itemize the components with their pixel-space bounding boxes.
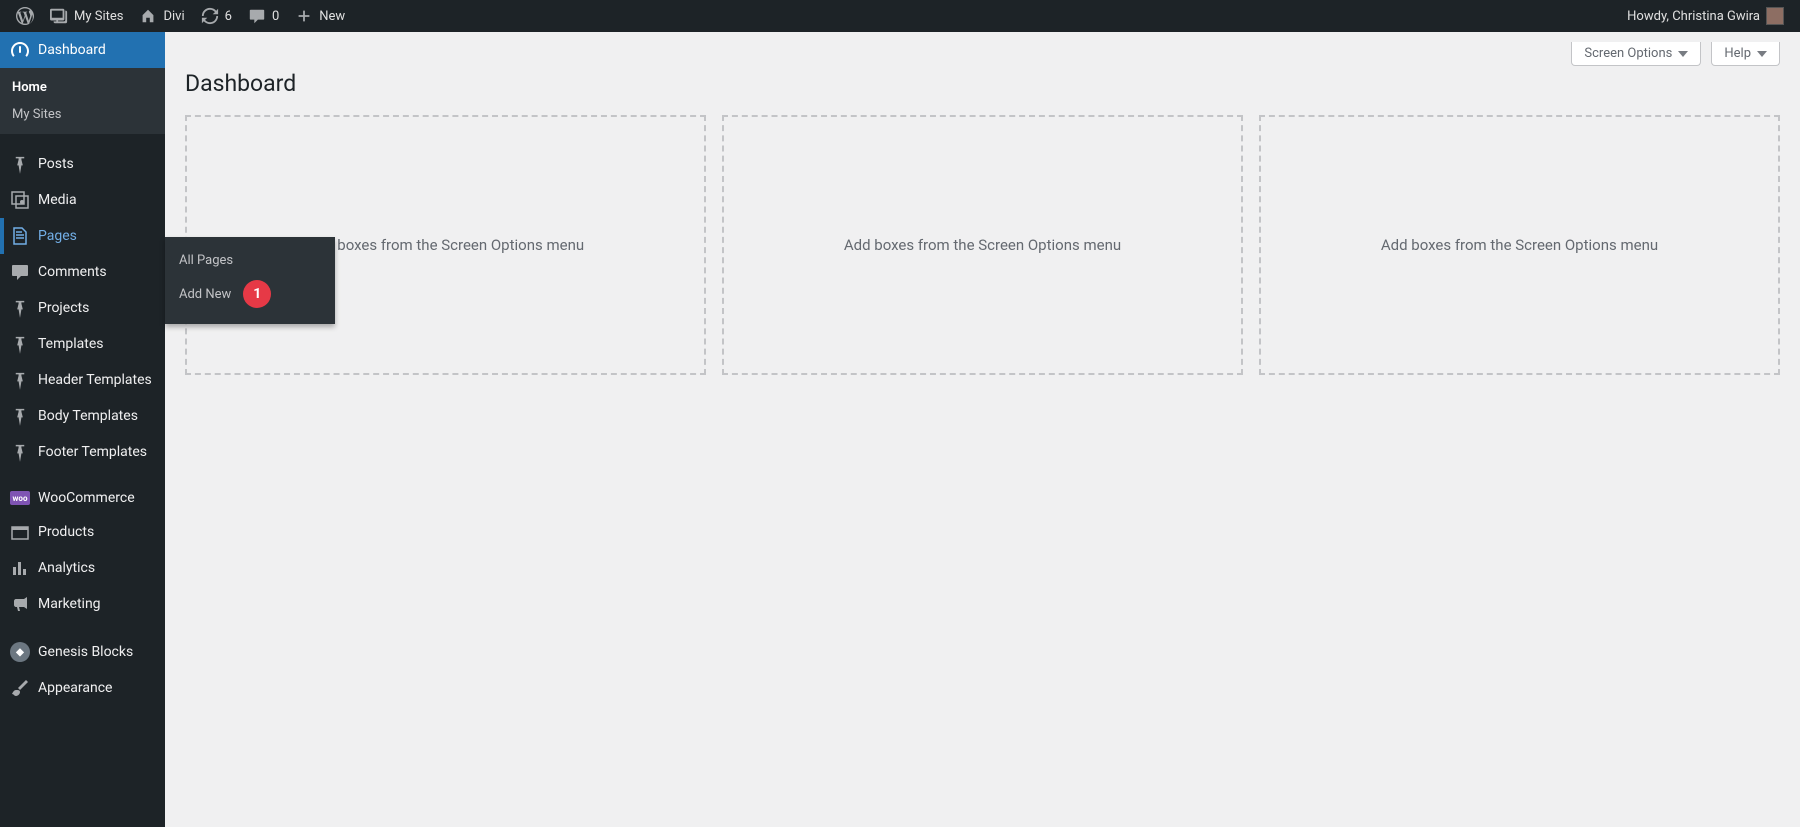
pin-icon	[10, 370, 30, 390]
sidebar-item-footer-templates[interactable]: Footer Templates	[0, 434, 165, 470]
genesis-icon: ◆	[10, 642, 30, 662]
page-title: Dashboard	[185, 70, 1780, 97]
sidebar-item-label: Genesis Blocks	[38, 644, 133, 660]
sidebar-item-label: WooCommerce	[38, 490, 135, 506]
sidebar-item-label: Media	[38, 192, 77, 208]
analytics-icon	[10, 558, 30, 578]
sidebar-item-dashboard[interactable]: Dashboard	[0, 32, 165, 68]
wp-logo-menu[interactable]	[8, 0, 42, 32]
adminbar-site-name-label: Divi	[163, 9, 184, 24]
adminbar-site-name[interactable]: Divi	[131, 0, 192, 32]
sidebar-item-appearance[interactable]: Appearance	[0, 670, 165, 706]
sidebar-item-label: Templates	[38, 336, 104, 352]
sidebar-item-label: Dashboard	[38, 42, 106, 58]
widget-placeholder: Add boxes from the Screen Options menu	[1259, 115, 1780, 375]
submenu-home[interactable]: Home	[0, 74, 165, 101]
brush-icon	[10, 678, 30, 698]
megaphone-icon	[10, 594, 30, 614]
pin-icon	[10, 334, 30, 354]
sidebar-item-comments[interactable]: Comments	[0, 254, 165, 290]
home-icon	[139, 7, 157, 25]
sidebar-item-marketing[interactable]: Marketing	[0, 586, 165, 622]
sidebar-item-label: Posts	[38, 156, 74, 172]
sidebar-item-label: Appearance	[38, 680, 112, 696]
flyout-all-pages[interactable]: All Pages	[165, 247, 335, 274]
sidebar-item-label: Footer Templates	[38, 444, 147, 460]
pin-icon	[10, 298, 30, 318]
sidebar-item-projects[interactable]: Projects	[0, 290, 165, 326]
page-icon	[10, 226, 30, 246]
products-icon	[10, 522, 30, 542]
chevron-down-icon	[1678, 51, 1688, 57]
dashboard-icon	[10, 40, 30, 60]
sidebar-item-label: Pages	[38, 228, 77, 244]
sidebar-item-label: Marketing	[38, 596, 101, 612]
adminbar-user-menu[interactable]: Howdy, Christina Gwira	[1619, 0, 1792, 32]
sidebar-item-header-templates[interactable]: Header Templates	[0, 362, 165, 398]
screen-options-button[interactable]: Screen Options	[1571, 42, 1701, 66]
chevron-down-icon	[1757, 51, 1767, 57]
avatar	[1766, 7, 1784, 25]
adminbar-updates[interactable]: 6	[193, 0, 240, 32]
plus-icon	[295, 7, 313, 25]
sidebar-item-analytics[interactable]: Analytics	[0, 550, 165, 586]
sidebar-item-label: Analytics	[38, 560, 95, 576]
adminbar-updates-count: 6	[225, 9, 232, 24]
comment-icon	[10, 262, 30, 282]
refresh-icon	[201, 7, 219, 25]
widget-placeholder: Add boxes from the Screen Options menu	[722, 115, 1243, 375]
adminbar-comments-count: 0	[272, 9, 279, 24]
admin-bar: My Sites Divi 6 0 New Howdy, Christina G…	[0, 0, 1800, 32]
submenu-my-sites[interactable]: My Sites	[0, 101, 165, 128]
screen-meta-links: Screen Options Help	[185, 42, 1780, 66]
woocommerce-icon: woo	[10, 491, 30, 505]
sidebar-item-label: Products	[38, 524, 94, 540]
annotation-badge: 1	[243, 280, 271, 308]
dashboard-widgets: Add boxes from the Screen Options menu A…	[185, 115, 1780, 375]
sidebar-item-label: Header Templates	[38, 372, 152, 388]
pin-icon	[10, 406, 30, 426]
placeholder-text: Add boxes from the Screen Options menu	[1381, 236, 1658, 254]
pin-icon	[10, 442, 30, 462]
sidebar-item-posts[interactable]: Posts	[0, 146, 165, 182]
adminbar-new-label: New	[319, 9, 345, 24]
sidebar-item-pages[interactable]: Pages	[0, 218, 165, 254]
sidebar-item-label: Comments	[38, 264, 107, 280]
adminbar-comments[interactable]: 0	[240, 0, 287, 32]
sidebar-item-genesis-blocks[interactable]: ◆ Genesis Blocks	[0, 634, 165, 670]
admin-sidebar: Dashboard Home My Sites Posts Media Page…	[0, 32, 165, 827]
media-icon	[10, 190, 30, 210]
wordpress-logo-icon	[16, 7, 34, 25]
placeholder-text: Add boxes from the Screen Options menu	[307, 236, 584, 254]
sidebar-item-label: Projects	[38, 300, 89, 316]
screen-options-label: Screen Options	[1584, 46, 1672, 61]
sidebar-item-media[interactable]: Media	[0, 182, 165, 218]
sidebar-item-body-templates[interactable]: Body Templates	[0, 398, 165, 434]
sidebar-item-label: Body Templates	[38, 408, 138, 424]
adminbar-my-sites-label: My Sites	[74, 9, 123, 24]
flyout-add-new[interactable]: Add New 1	[165, 274, 335, 314]
multisite-icon	[50, 7, 68, 25]
help-label: Help	[1724, 46, 1751, 61]
flyout-item-label: Add New	[179, 287, 231, 302]
comment-icon	[248, 7, 266, 25]
adminbar-howdy-text: Howdy, Christina Gwira	[1627, 9, 1760, 24]
sidebar-item-products[interactable]: Products	[0, 514, 165, 550]
dashboard-submenu: Home My Sites	[0, 68, 165, 134]
placeholder-text: Add boxes from the Screen Options menu	[844, 236, 1121, 254]
pages-flyout-submenu: All Pages Add New 1	[165, 237, 335, 324]
adminbar-my-sites[interactable]: My Sites	[42, 0, 131, 32]
adminbar-new[interactable]: New	[287, 0, 353, 32]
sidebar-item-woocommerce[interactable]: woo WooCommerce	[0, 482, 165, 514]
help-button[interactable]: Help	[1711, 42, 1780, 66]
sidebar-item-templates[interactable]: Templates	[0, 326, 165, 362]
pin-icon	[10, 154, 30, 174]
main-content: Screen Options Help Dashboard Add boxes …	[165, 32, 1800, 827]
flyout-item-label: All Pages	[179, 253, 233, 268]
